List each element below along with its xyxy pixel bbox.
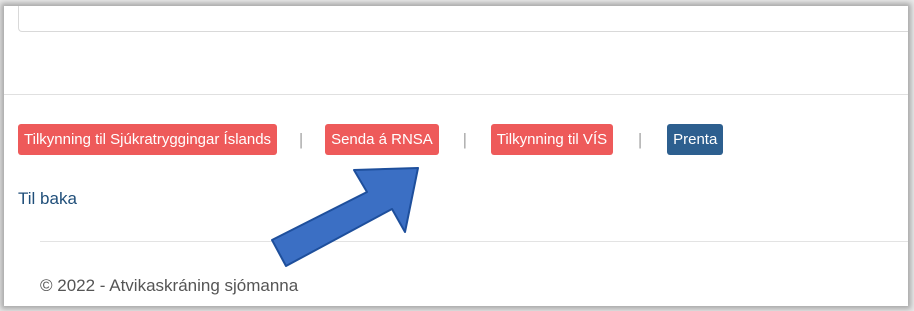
footer-divider [40,241,908,242]
separator: | [637,129,643,149]
action-bar: Tilkynning til Sjúkratryggingar Íslands … [18,123,724,156]
send-rnsa-button[interactable]: Senda á RNSA [325,124,439,155]
back-link[interactable]: Til baka [18,189,77,209]
notify-vis-button[interactable]: Tilkynning til VÍS [490,124,614,155]
footer-copyright: © 2022 - Atvikaskráning sjómanna [40,276,299,295]
separator: | [298,129,304,149]
print-button[interactable]: Prenta [667,124,724,155]
section-divider [4,94,908,95]
notify-sjukratryggingar-button[interactable]: Tilkynning til Sjúkratryggingar Íslands [18,124,278,155]
content-card [18,6,908,32]
page-frame: Tilkynning til Sjúkratryggingar Íslands … [4,6,908,306]
separator: | [462,129,467,149]
